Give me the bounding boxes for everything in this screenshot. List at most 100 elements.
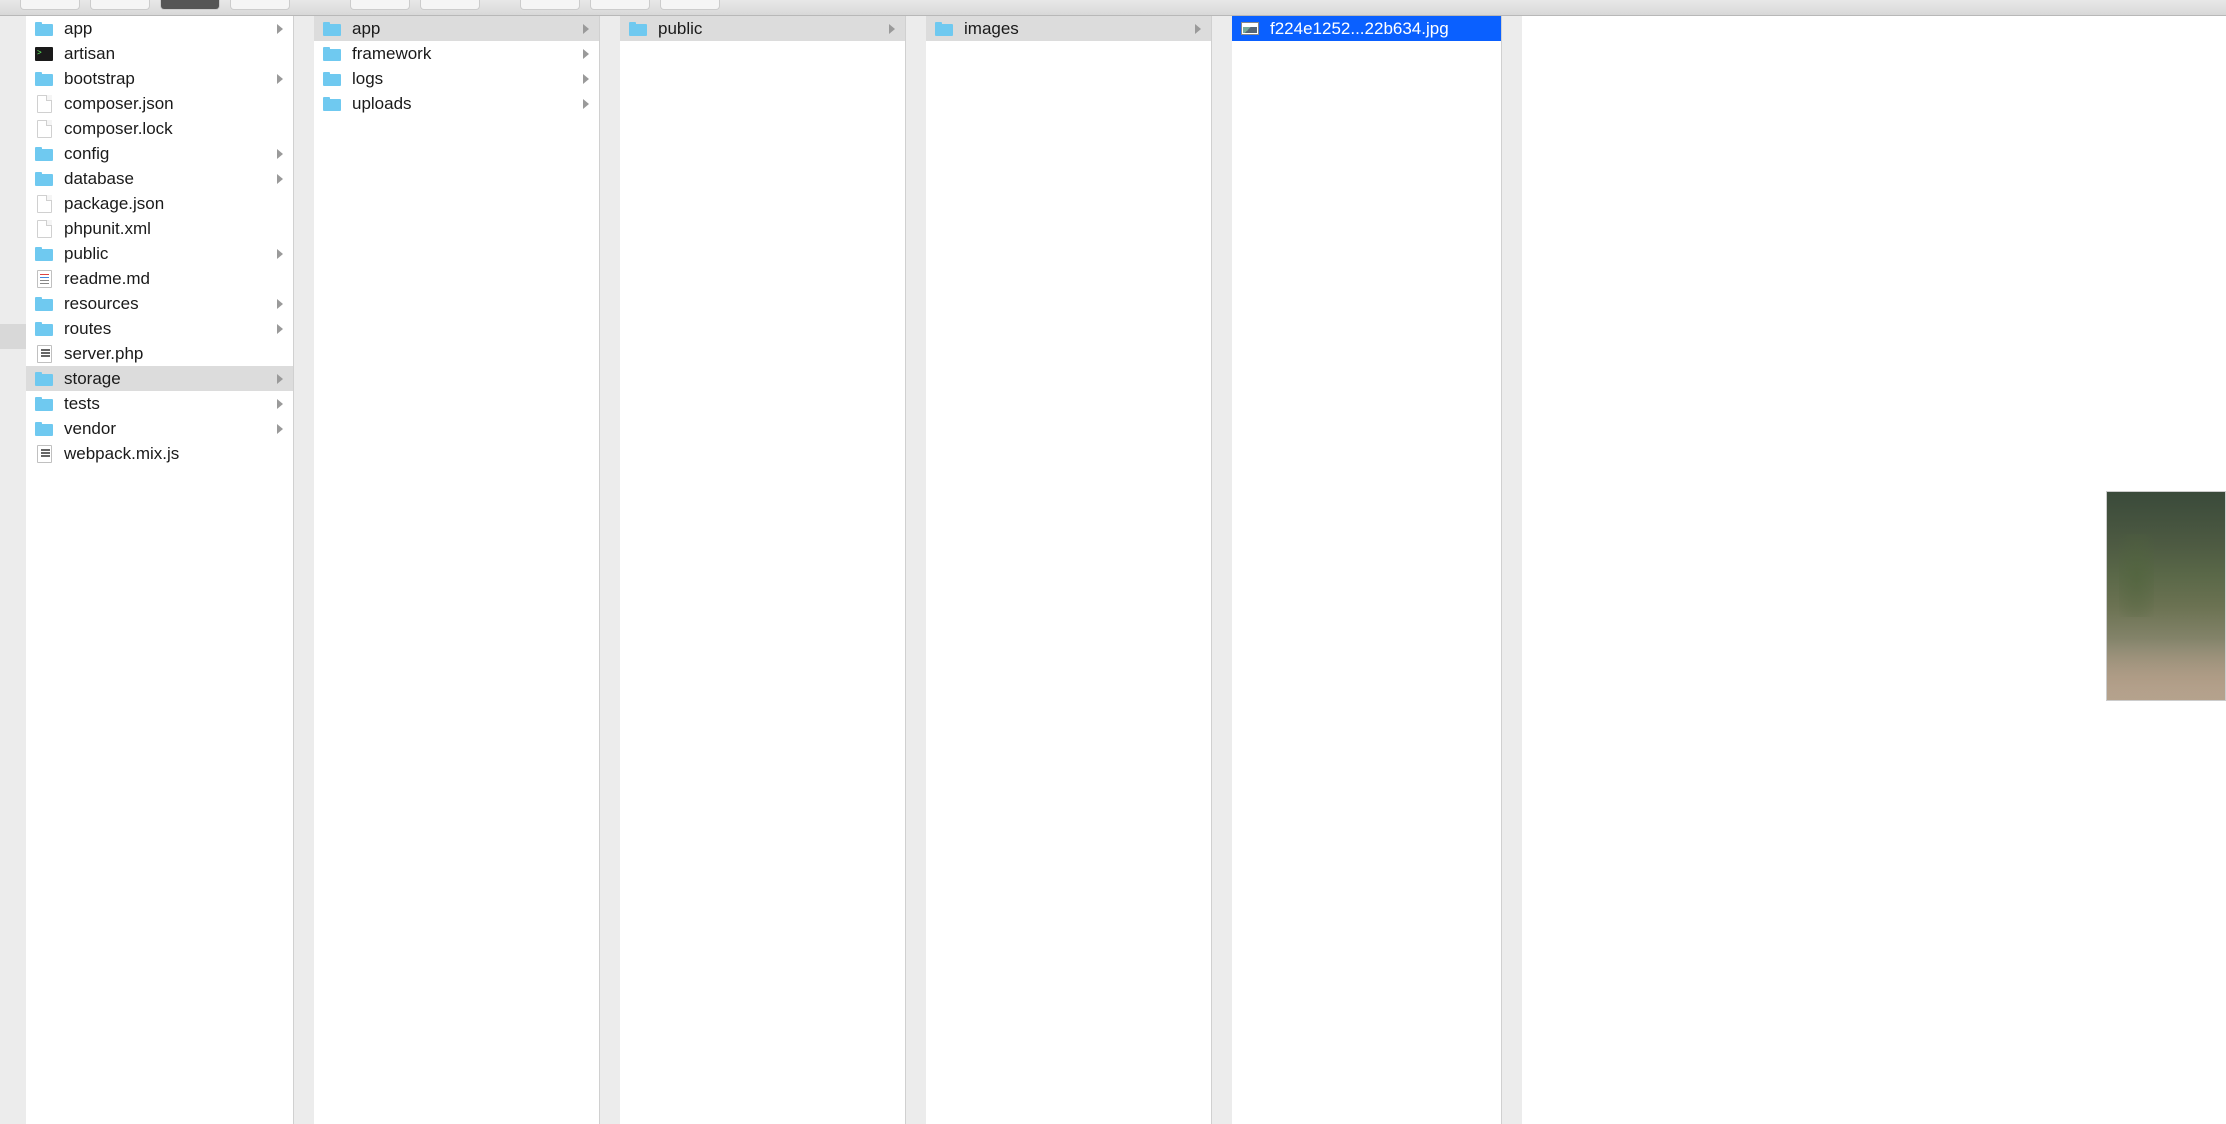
file-row[interactable]: uploads <box>314 91 599 116</box>
file-row[interactable]: readme.md <box>26 266 293 291</box>
file-row[interactable]: routes <box>26 316 293 341</box>
column-resize-handle[interactable] <box>294 16 314 1124</box>
file-icon <box>34 94 54 114</box>
file-row[interactable]: public <box>26 241 293 266</box>
file-name-label: images <box>964 19 1193 39</box>
column-root[interactable]: app artisan bootstrap composer.json composer… <box>26 16 294 1124</box>
file-row[interactable]: app <box>314 16 599 41</box>
column-app[interactable]: public <box>620 16 906 1124</box>
file-name-label: artisan <box>64 44 285 64</box>
folder-icon <box>34 369 54 389</box>
file-row[interactable]: public <box>620 16 905 41</box>
column-resize-handle[interactable] <box>906 16 926 1124</box>
file-row[interactable]: app <box>26 16 293 41</box>
file-row[interactable]: bootstrap <box>26 66 293 91</box>
terminal-icon <box>34 44 54 64</box>
file-row[interactable]: resources <box>26 291 293 316</box>
file-row[interactable]: config <box>26 141 293 166</box>
toolbar-strip <box>0 0 2226 16</box>
file-name-label: uploads <box>352 94 581 114</box>
toolbar-button[interactable] <box>520 0 580 10</box>
folder-icon <box>34 294 54 314</box>
file-row[interactable]: webpack.mix.js <box>26 441 293 466</box>
file-row[interactable]: composer.lock <box>26 116 293 141</box>
folder-icon <box>34 394 54 414</box>
file-row[interactable]: package.json <box>26 191 293 216</box>
column-resize-handle[interactable] <box>1212 16 1232 1124</box>
code-file-icon <box>34 344 54 364</box>
chevron-right-icon <box>275 374 285 384</box>
file-row[interactable]: logs <box>314 66 599 91</box>
chevron-right-icon <box>275 399 285 409</box>
file-name-label: webpack.mix.js <box>64 444 285 464</box>
file-row[interactable]: vendor <box>26 416 293 441</box>
file-name-label: config <box>64 144 275 164</box>
chevron-right-icon <box>275 174 285 184</box>
chevron-right-icon <box>581 24 591 34</box>
file-row[interactable]: images <box>926 16 1211 41</box>
file-name-label: public <box>64 244 275 264</box>
file-name-label: bootstrap <box>64 69 275 89</box>
folder-icon <box>628 19 648 39</box>
sidebar-highlight <box>0 324 26 349</box>
file-icon <box>34 194 54 214</box>
file-icon <box>34 119 54 139</box>
file-name-label: routes <box>64 319 275 339</box>
file-row[interactable]: server.php <box>26 341 293 366</box>
chevron-right-icon <box>275 74 285 84</box>
code-file-icon <box>34 444 54 464</box>
folder-icon <box>34 319 54 339</box>
folder-icon <box>322 19 342 39</box>
image-icon <box>1240 19 1260 39</box>
chevron-right-icon <box>275 299 285 309</box>
chevron-right-icon <box>275 149 285 159</box>
toolbar-button[interactable] <box>590 0 650 10</box>
preview-thumbnail[interactable] <box>2106 491 2226 701</box>
toolbar-button[interactable] <box>350 0 410 10</box>
file-name-label: framework <box>352 44 581 64</box>
file-name-label: vendor <box>64 419 275 439</box>
file-row[interactable]: tests <box>26 391 293 416</box>
preview-column <box>1522 16 2226 1124</box>
file-name-label: logs <box>352 69 581 89</box>
toolbar-button[interactable] <box>90 0 150 10</box>
file-name-label: readme.md <box>64 269 285 289</box>
folder-icon <box>322 69 342 89</box>
folder-icon <box>934 19 954 39</box>
file-row[interactable]: phpunit.xml <box>26 216 293 241</box>
column-storage[interactable]: app framework logs uploads <box>314 16 600 1124</box>
file-name-label: f224e1252...22b634.jpg <box>1270 19 1493 39</box>
folder-icon <box>322 94 342 114</box>
chevron-right-icon <box>275 424 285 434</box>
column-resize-handle[interactable] <box>600 16 620 1124</box>
toolbar-button[interactable] <box>420 0 480 10</box>
column-public[interactable]: images <box>926 16 1212 1124</box>
file-row[interactable]: storage <box>26 366 293 391</box>
folder-icon <box>34 69 54 89</box>
file-row[interactable]: database <box>26 166 293 191</box>
toolbar-button[interactable] <box>20 0 80 10</box>
chevron-right-icon <box>275 249 285 259</box>
file-row[interactable]: framework <box>314 41 599 66</box>
toolbar-button[interactable] <box>660 0 720 10</box>
folder-icon <box>34 244 54 264</box>
file-name-label: package.json <box>64 194 285 214</box>
column-resize-handle[interactable] <box>1502 16 1522 1124</box>
file-name-label: composer.lock <box>64 119 285 139</box>
file-name-label: server.php <box>64 344 285 364</box>
chevron-right-icon <box>275 324 285 334</box>
folder-icon <box>34 169 54 189</box>
toolbar-button[interactable] <box>230 0 290 10</box>
folder-icon <box>34 419 54 439</box>
toolbar-button-active[interactable] <box>160 0 220 10</box>
file-name-label: app <box>352 19 581 39</box>
file-row[interactable]: f224e1252...22b634.jpg <box>1232 16 1501 41</box>
file-row[interactable]: artisan <box>26 41 293 66</box>
file-row[interactable]: composer.json <box>26 91 293 116</box>
file-name-label: resources <box>64 294 275 314</box>
file-name-label: storage <box>64 369 275 389</box>
column-images[interactable]: f224e1252...22b634.jpg <box>1232 16 1502 1124</box>
file-name-label: database <box>64 169 275 189</box>
file-name-label: composer.json <box>64 94 285 114</box>
chevron-right-icon <box>1193 24 1203 34</box>
